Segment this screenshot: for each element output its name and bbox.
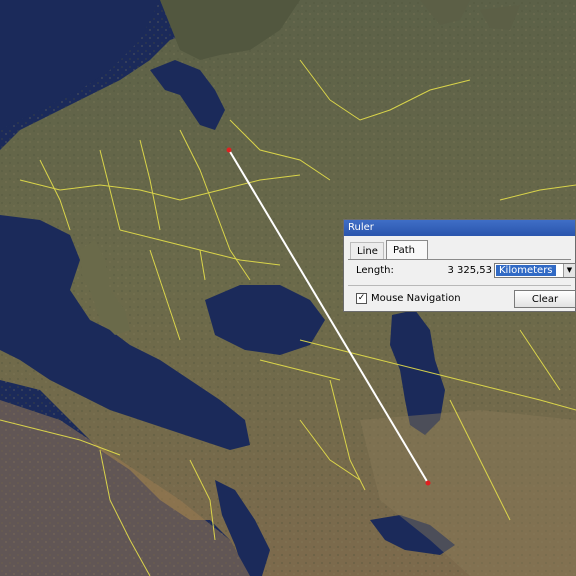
chevron-down-icon[interactable]: ▼ xyxy=(563,264,575,277)
mouse-navigation-checkbox[interactable]: ✓ xyxy=(356,293,367,304)
clear-button[interactable]: Clear xyxy=(514,290,576,308)
ruler-dialog[interactable]: Ruler Line Path Length: 3 325,53 Kilomet… xyxy=(343,219,576,312)
map-pin-start-icon[interactable] xyxy=(226,147,232,153)
unit-dropdown[interactable]: Kilometers ▼ xyxy=(494,263,576,278)
tab-divider xyxy=(348,259,571,260)
length-label: Length: xyxy=(356,265,394,276)
ruler-title: Ruler xyxy=(344,220,575,236)
dialog-separator xyxy=(348,285,571,286)
tab-line[interactable]: Line xyxy=(350,242,384,259)
map-pin-end-icon[interactable] xyxy=(425,480,431,486)
unit-selected-value: Kilometers xyxy=(496,265,556,276)
length-value: 3 325,53 xyxy=(447,265,492,276)
mouse-navigation-label[interactable]: Mouse Navigation xyxy=(371,293,461,304)
tab-path[interactable]: Path xyxy=(386,240,428,259)
